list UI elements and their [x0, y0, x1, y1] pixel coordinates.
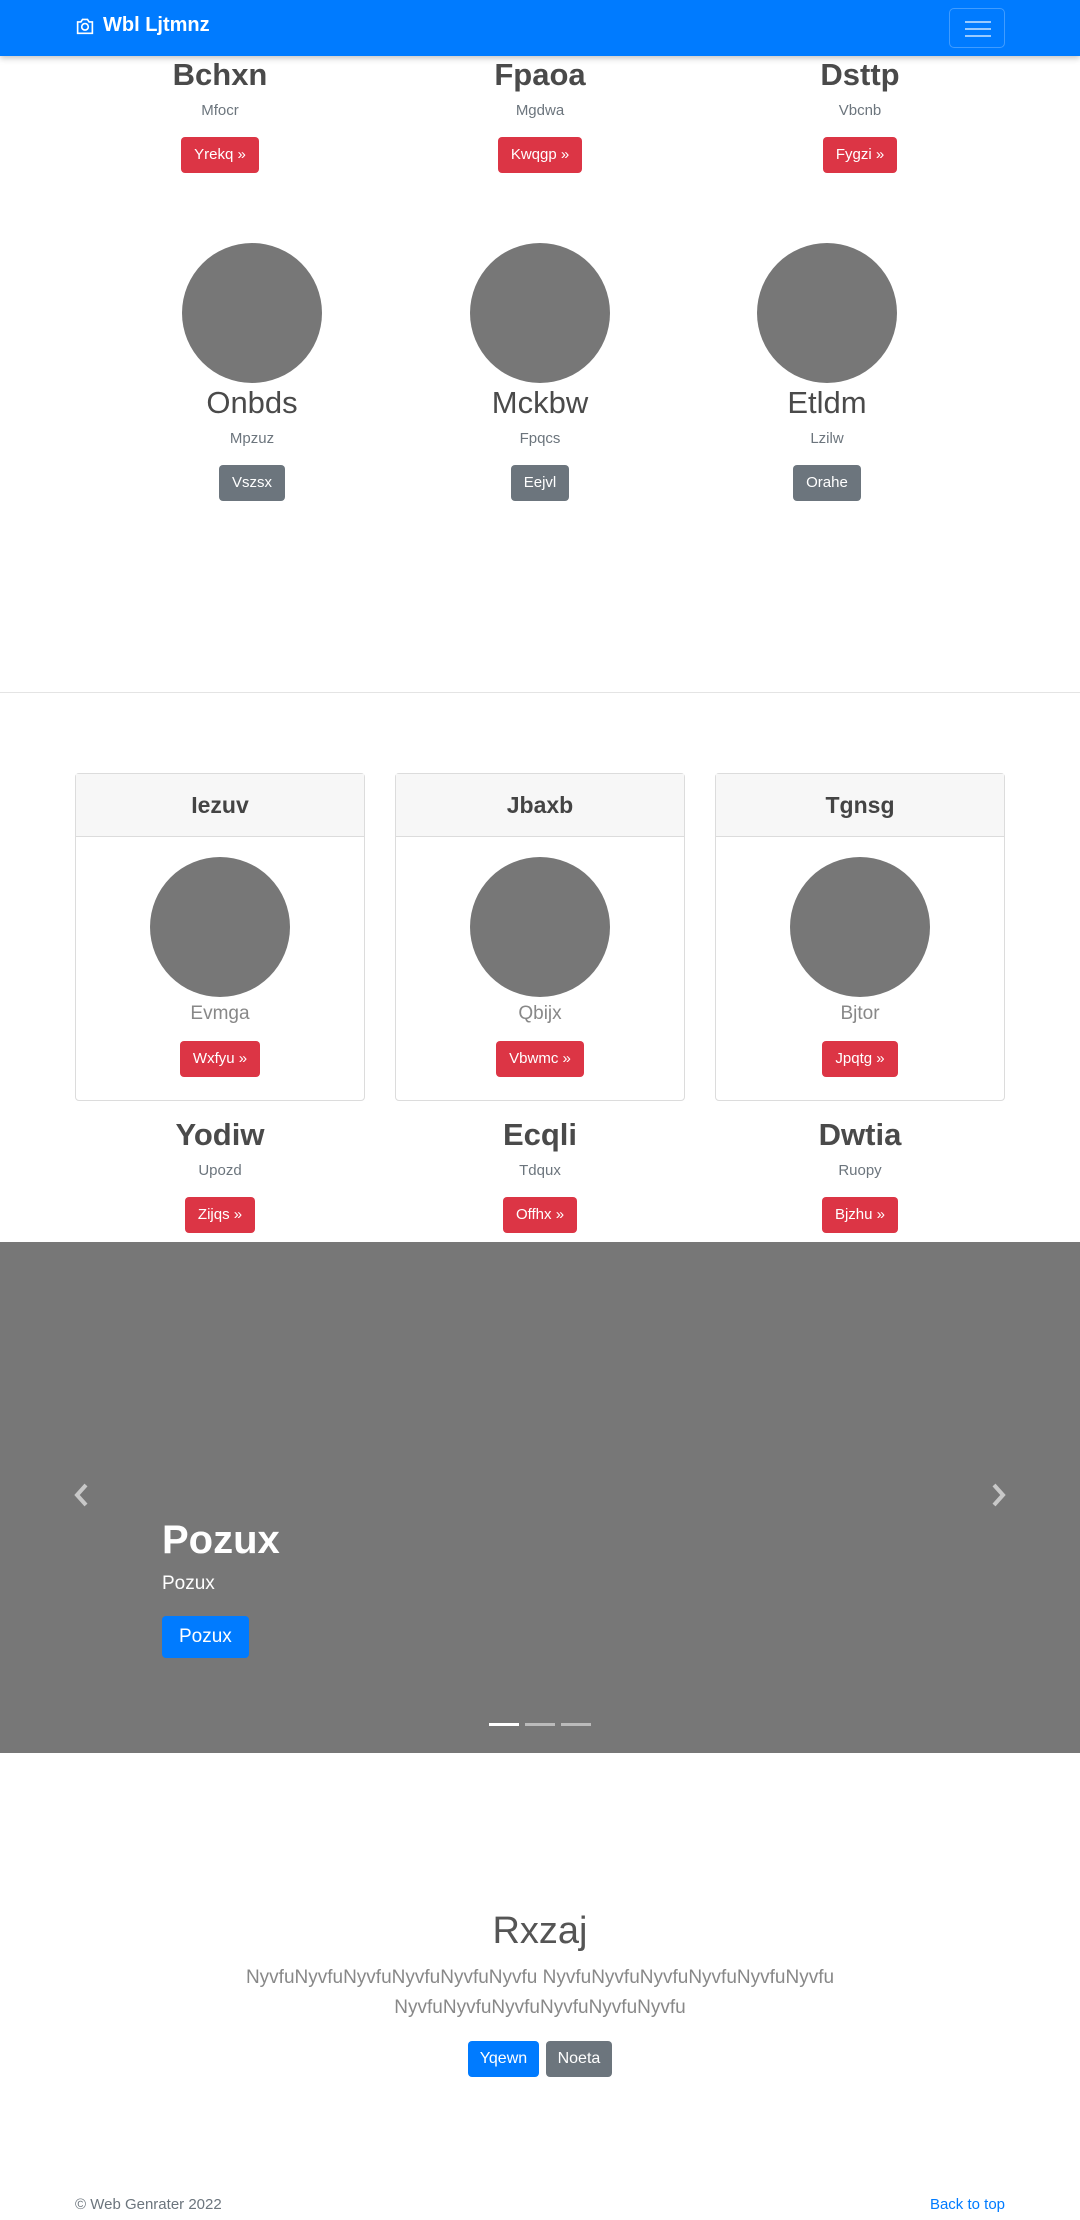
hamburger-icon — [965, 21, 991, 23]
carousel-button[interactable]: Pozux — [162, 1616, 249, 1658]
feature-column: Dwtia Ruopy Bjzhu » — [715, 1117, 1005, 1233]
feature-button[interactable]: Fygzi » — [822, 137, 898, 173]
copyright-text: © Web Genrater 2022 — [75, 2196, 222, 2213]
secondary-button[interactable]: Noeta — [545, 2041, 613, 2077]
chevron-left-icon[interactable] — [72, 1482, 90, 1516]
feature-button[interactable]: Bjzhu » — [821, 1197, 899, 1233]
carousel-text: Pozux — [162, 1573, 215, 1594]
card-image-placeholder — [470, 857, 610, 997]
feature-title: Ecqli — [502, 1117, 578, 1152]
feature-subtitle: Upozd — [198, 1162, 242, 1179]
avatar-placeholder — [470, 243, 610, 383]
team-subtitle: Mpzuz — [229, 430, 275, 447]
card: Iezuv Evmga Wxfyu » — [75, 773, 365, 1101]
feature-title: Bchxn — [172, 57, 268, 92]
footer: © Web Genrater 2022 Back to top — [75, 2196, 1005, 2213]
card: Jbaxb Qbijx Vbwmc » — [395, 773, 685, 1101]
feature-title: Dsttp — [820, 57, 900, 92]
feature-button[interactable]: Yrekq » — [181, 137, 259, 173]
carousel-heading: Pozux — [162, 1518, 280, 1562]
chevron-right-icon[interactable] — [990, 1482, 1008, 1516]
team-column: Mckbw Fpqcs Eejvl — [395, 243, 685, 501]
feature-subtitle: Ruopy — [838, 1162, 882, 1179]
camera-icon — [76, 18, 94, 34]
primary-button[interactable]: Yqewn — [467, 2041, 540, 2077]
feature-title: Fpaoa — [494, 57, 586, 92]
card-button[interactable]: Jpqtg » — [822, 1041, 898, 1077]
card-name: Bjtor — [840, 1003, 880, 1024]
card-image-placeholder — [150, 857, 290, 997]
carousel-indicators — [489, 1723, 591, 1726]
feature-column: Yodiw Upozd Zijqs » — [75, 1117, 365, 1233]
card-body: Evmga Wxfyu » — [76, 837, 364, 1077]
card-name: Qbijx — [518, 1003, 562, 1024]
team-button[interactable]: Eejvl — [510, 465, 570, 501]
feature-title: Yodiw — [175, 1117, 265, 1152]
jumbotron-text: NyvfuNyvfuNyvfuNyvfuNyvfuNyvfu NyvfuNyvf… — [245, 1967, 835, 2018]
feature-subtitle: Mfocr — [201, 102, 239, 119]
feature-column: Fpaoa Mgdwa Kwqgp » — [395, 57, 685, 173]
section-divider — [0, 692, 1080, 693]
card-body: Qbijx Vbwmc » — [396, 837, 684, 1077]
menu-toggle-button[interactable] — [949, 8, 1005, 48]
feature-button[interactable]: Zijqs » — [184, 1197, 256, 1233]
back-to-top-link[interactable]: Back to top — [930, 2196, 1005, 2213]
team-subtitle: Lzilw — [810, 430, 844, 447]
jumbotron-buttons: Yqewn Noeta — [0, 2041, 1080, 2077]
team-title: Onbds — [206, 385, 298, 420]
team-column: Etldm Lzilw Orahe — [682, 243, 972, 501]
feature-subtitle: Tdqux — [519, 1162, 561, 1179]
brand-link[interactable]: Wbl Ljtmnz — [75, 14, 210, 37]
carousel: Pozux Pozux Pozux — [0, 1242, 1080, 1753]
card-button[interactable]: Wxfyu » — [179, 1041, 261, 1077]
team-button[interactable]: Orahe — [793, 465, 861, 501]
feature-button[interactable]: Kwqgp » — [497, 137, 583, 173]
team-title: Etldm — [787, 385, 867, 420]
jumbotron: Rxzaj NyvfuNyvfuNyvfuNyvfuNyvfuNyvfu Nyv… — [0, 1910, 1080, 2077]
card: Tgnsg Bjtor Jpqtg » — [715, 773, 1005, 1101]
team-title: Mckbw — [491, 385, 589, 420]
card-button[interactable]: Vbwmc » — [496, 1041, 584, 1077]
feature-subtitle: Vbcnb — [838, 102, 882, 119]
carousel-indicator[interactable] — [525, 1723, 555, 1726]
feature-column: Ecqli Tdqux Offhx » — [395, 1117, 685, 1233]
card-image-placeholder — [790, 857, 930, 997]
page: Wbl Ljtmnz Bchxn Mfocr Yrekq » Fpaoa Mgd… — [0, 0, 1080, 2220]
card-body: Bjtor Jpqtg » — [716, 837, 1004, 1077]
jumbotron-title: Rxzaj — [492, 1910, 588, 1952]
avatar-placeholder — [182, 243, 322, 383]
carousel-indicator[interactable] — [489, 1723, 519, 1726]
team-button[interactable]: Vszsx — [218, 465, 285, 501]
feature-button[interactable]: Offhx » — [502, 1197, 578, 1233]
team-subtitle: Fpqcs — [519, 430, 561, 447]
brand-text: Wbl Ljtmnz — [103, 14, 210, 36]
feature-column: Dsttp Vbcnb Fygzi » — [715, 57, 1005, 173]
carousel-indicator[interactable] — [561, 1723, 591, 1726]
team-column: Onbds Mpzuz Vszsx — [107, 243, 397, 501]
card-header: Iezuv — [76, 774, 364, 837]
feature-title: Dwtia — [818, 1117, 902, 1152]
navbar: Wbl Ljtmnz — [0, 0, 1080, 56]
card-header: Tgnsg — [716, 774, 1004, 837]
avatar-placeholder — [757, 243, 897, 383]
feature-column: Bchxn Mfocr Yrekq » — [75, 57, 365, 173]
feature-subtitle: Mgdwa — [515, 102, 565, 119]
carousel-caption: Pozux Pozux Pozux — [162, 1518, 280, 1658]
card-name: Evmga — [190, 1003, 250, 1024]
card-header: Jbaxb — [396, 774, 684, 837]
